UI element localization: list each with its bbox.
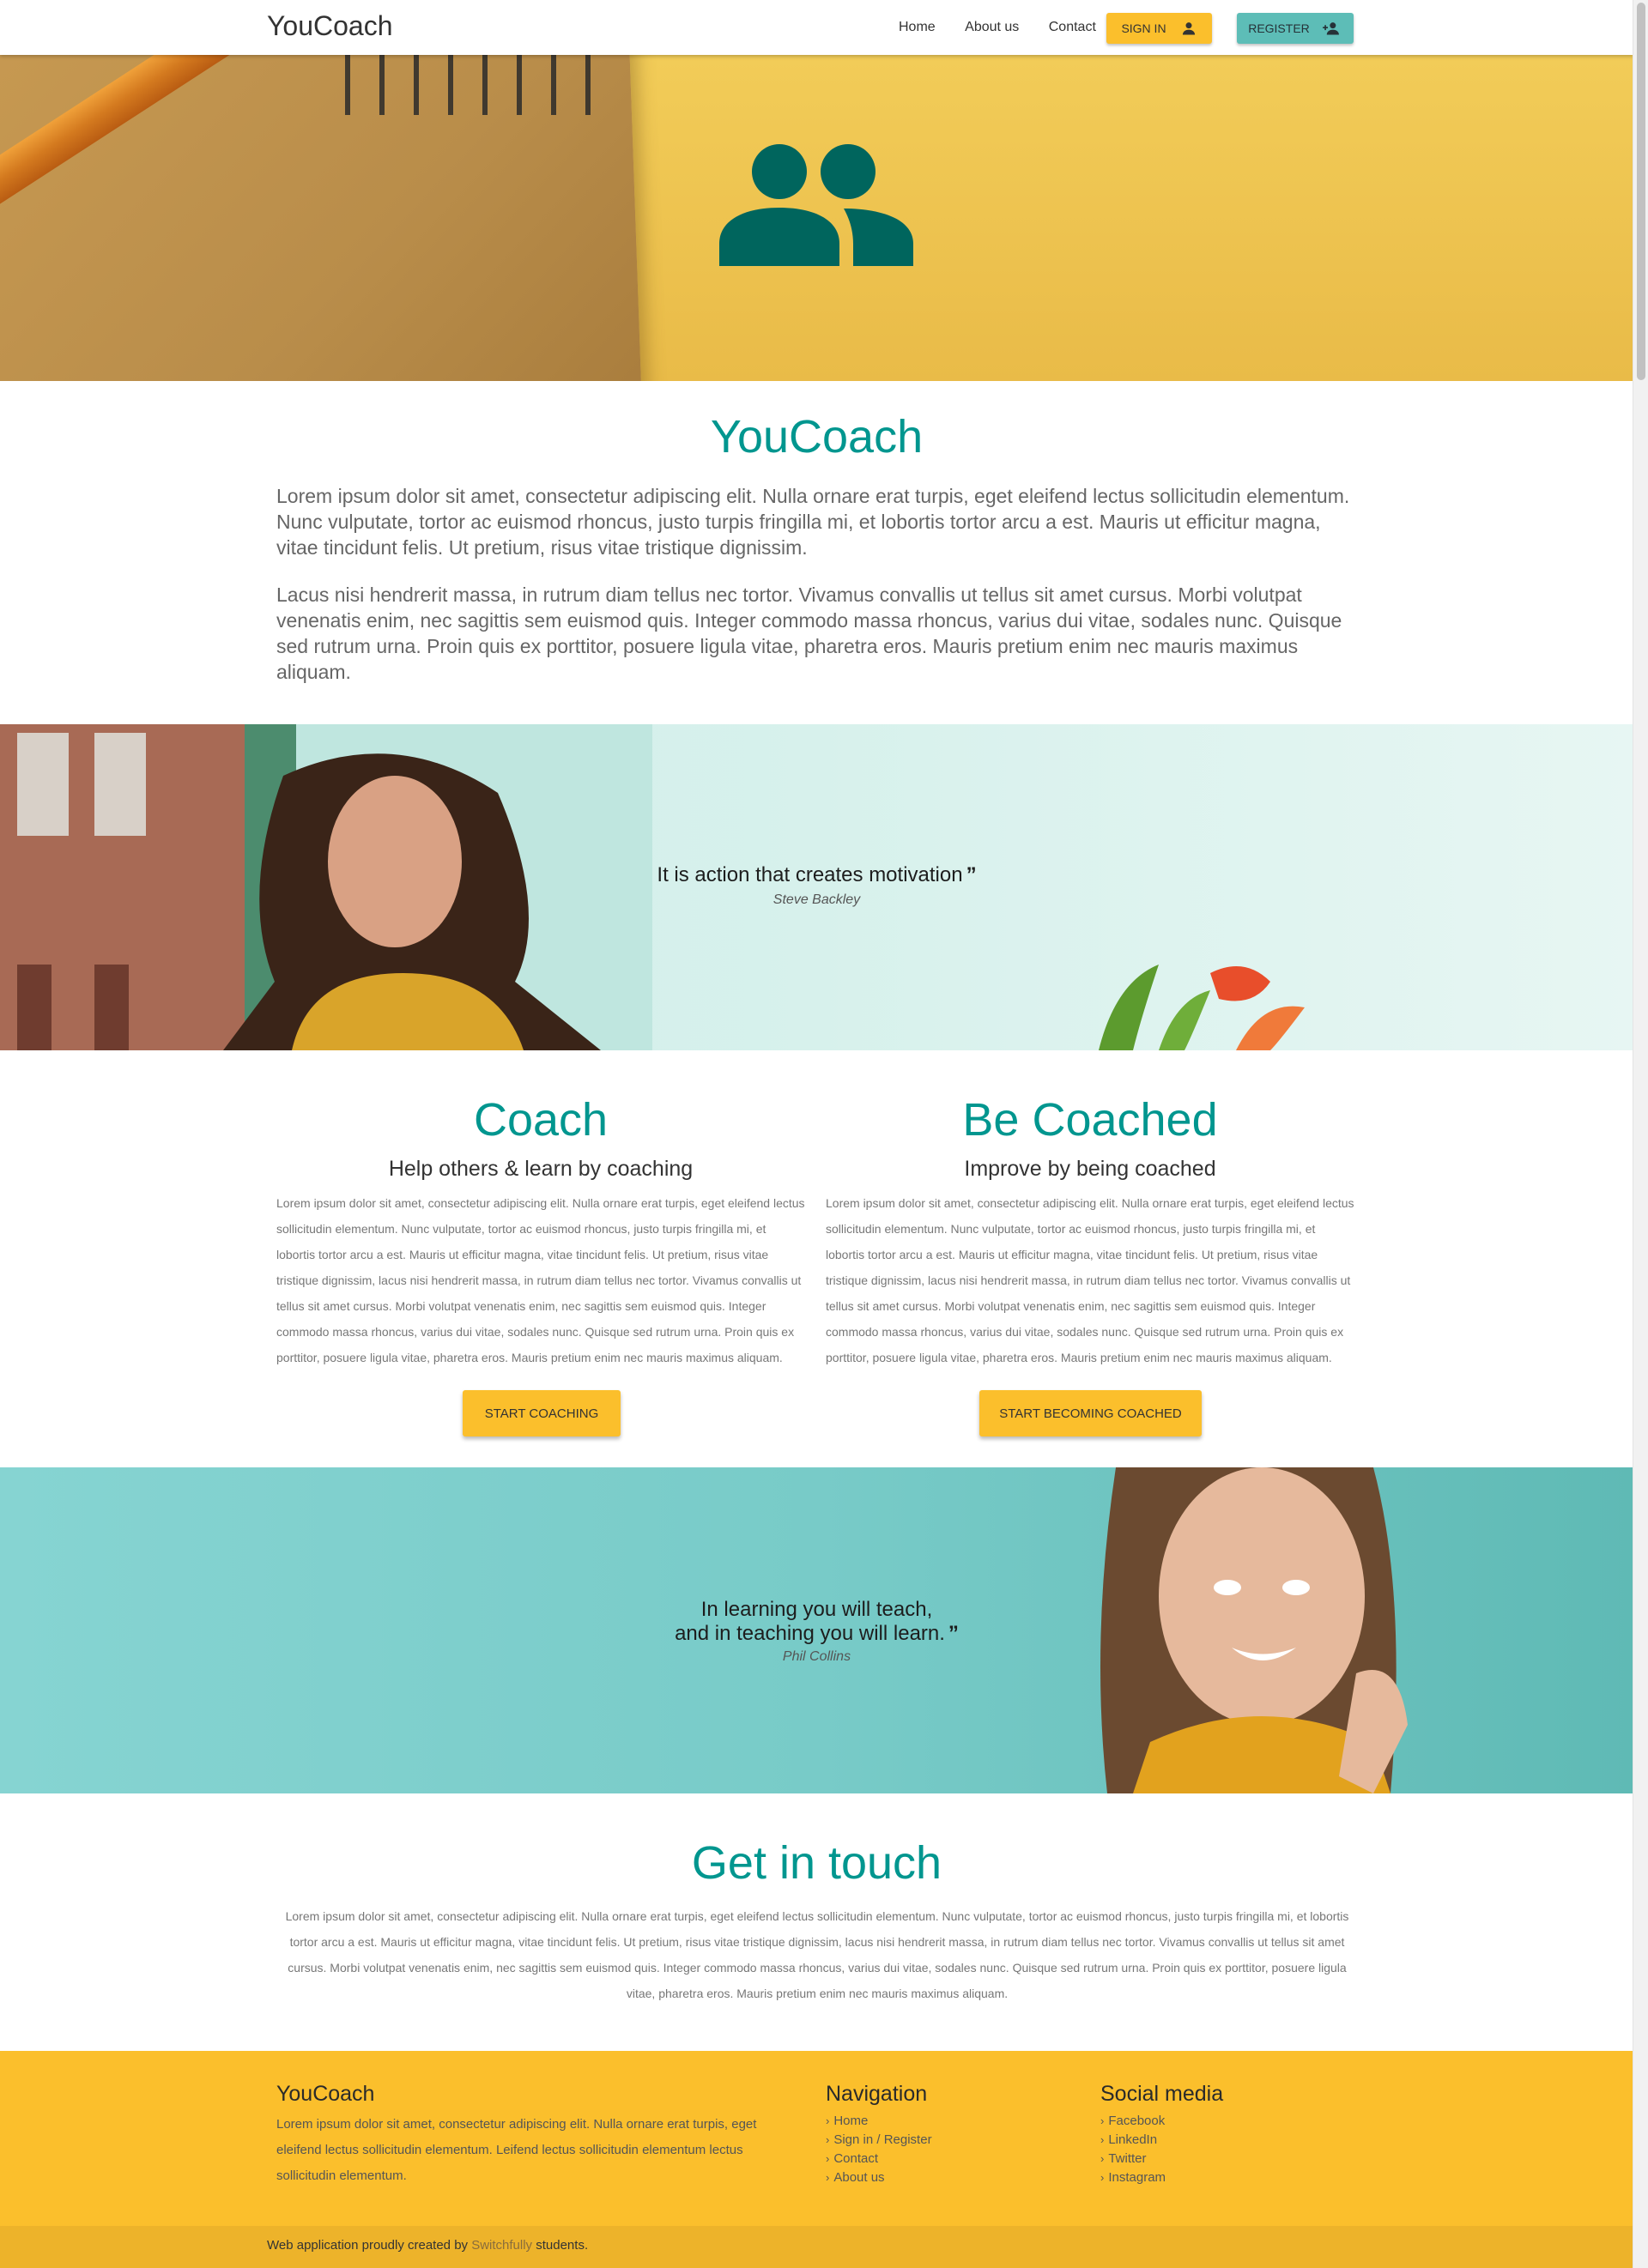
footer-social-item[interactable]: › Instagram: [1100, 2168, 1358, 2187]
quote-2-line-1: In learning you will teach,: [700, 1598, 933, 1621]
nav-link-home[interactable]: Home: [899, 20, 936, 34]
chevron-right-icon: ›: [826, 2133, 830, 2146]
footer: YouCoach Lorem ipsum dolor sit amet, con…: [0, 2051, 1633, 2226]
chevron-right-icon: ›: [1100, 2114, 1105, 2127]
about-title: YouCoach: [710, 411, 924, 463]
chevron-right-icon: ›: [1100, 2133, 1105, 2146]
get-in-touch-text: Lorem ipsum dolor sit amet, consectetur …: [285, 1909, 1349, 2000]
about-paragraph-1: Lorem ipsum dolor sit amet, consectetur …: [276, 485, 1350, 559]
footer-brand: YouCoach: [276, 2082, 375, 2106]
switchfully-link[interactable]: Switchfully: [471, 2238, 532, 2253]
footer-social-media: Social media › Facebook › LinkedIn › Twitte…: [1100, 2082, 1358, 2187]
nav-link-about[interactable]: About us: [965, 20, 1019, 34]
chevron-right-icon: ›: [1100, 2171, 1105, 2184]
quote-1-author: Steve Backley: [772, 892, 861, 907]
quote-2: In learning you will teach, and in teach…: [0, 1598, 1633, 1665]
flower-photo: [1099, 965, 1305, 1050]
footer-navigation: Navigation › Home › Sign in / Register › Co…: [826, 2082, 1083, 2187]
closing-quote-icon: ”: [948, 1622, 959, 1645]
be-coached-subtitle: Improve by being coached: [964, 1157, 1216, 1181]
chevron-right-icon: ›: [826, 2171, 830, 2184]
footer-navigation-list: › Home › Sign in / Register › Contact › Abou…: [826, 2112, 1083, 2187]
get-in-touch-title: Get in touch: [691, 1837, 942, 1889]
footer-social-item[interactable]: › Facebook: [1100, 2112, 1358, 2131]
nav-links: Home About us Contact: [899, 20, 1122, 35]
sign-in-label: SIGN IN: [1121, 21, 1166, 35]
copyright-prefix: Web application proudly created by: [267, 2238, 469, 2253]
copyright: Web application proudly created by Switc…: [267, 2238, 588, 2253]
nav-link-contact[interactable]: Contact: [1049, 20, 1096, 34]
chevron-right-icon: ›: [1100, 2152, 1105, 2165]
footer-social-item[interactable]: › Twitter: [1100, 2150, 1358, 2168]
hero-banner: [0, 55, 1633, 381]
coach-description: Lorem ipsum dolor sit amet, consectetur …: [276, 1196, 805, 1364]
closing-quote-icon: ”: [966, 863, 977, 886]
be-coached-column: Be Coached Improve by being coached Lore…: [826, 1093, 1354, 1370]
coach-subtitle: Help others & learn by coaching: [388, 1157, 694, 1181]
hero-notebook-spiral: [326, 55, 609, 115]
start-becoming-coached-button[interactable]: START BECOMING COACHED: [979, 1390, 1202, 1436]
footer-nav-item[interactable]: › Home: [826, 2112, 1083, 2131]
footer-navigation-title: Navigation: [826, 2082, 928, 2106]
footer-about-text: Lorem ipsum dolor sit amet, consectetur …: [276, 2117, 757, 2183]
footer-nav-item[interactable]: › Sign in / Register: [826, 2131, 1083, 2150]
brand-logo[interactable]: YouCoach: [267, 10, 393, 42]
footer-about: YouCoach Lorem ipsum dolor sit amet, con…: [276, 2082, 800, 2189]
footer-social-list: › Facebook › LinkedIn › Twitter › Instagram: [1100, 2112, 1358, 2187]
person-add-icon: [1322, 22, 1339, 35]
footer-social-title: Social media: [1100, 2082, 1224, 2106]
quote-2-line-2: and in teaching you will learn.: [675, 1622, 945, 1645]
chevron-right-icon: ›: [826, 2114, 830, 2127]
scrollbar-thumb[interactable]: [1637, 3, 1645, 380]
chevron-right-icon: ›: [826, 2152, 830, 2165]
copyright-suffix: students.: [536, 2238, 589, 2253]
footer-social-item[interactable]: › LinkedIn: [1100, 2131, 1358, 2150]
footer-nav-item[interactable]: › Contact: [826, 2150, 1083, 2168]
quote-banner-2: In learning you will teach, and in teach…: [0, 1467, 1633, 1793]
quote-banner-1: It is action that creates motivation” St…: [0, 724, 1633, 1050]
be-coached-description: Lorem ipsum dolor sit amet, consectetur …: [826, 1196, 1354, 1364]
scrollbar[interactable]: [1633, 0, 1648, 2268]
person-icon: [1182, 22, 1195, 35]
footer-bottom-bar: Web application proudly created by Switc…: [0, 2226, 1633, 2268]
about-paragraph-2: Lacus nisi hendrerit massa, in rutrum di…: [276, 584, 1342, 683]
footer-nav-item[interactable]: › About us: [826, 2168, 1083, 2187]
coach-title: Coach: [473, 1094, 609, 1146]
start-coaching-button[interactable]: START COACHING: [463, 1390, 621, 1436]
people-icon: [719, 144, 913, 266]
register-label: REGISTER: [1248, 21, 1310, 35]
quote-1: It is action that creates motivation” St…: [0, 863, 1633, 908]
coach-column: Coach Help others & learn by coaching Lo…: [276, 1093, 805, 1370]
quote-1-text: It is action that creates motivation: [657, 863, 963, 886]
be-coached-title: Be Coached: [962, 1094, 1218, 1146]
navbar: YouCoach Home About us Contact SIGN IN R…: [0, 0, 1633, 55]
register-button[interactable]: REGISTER: [1237, 13, 1354, 44]
sign-in-button[interactable]: SIGN IN: [1106, 13, 1212, 44]
quote-2-author: Phil Collins: [782, 1649, 851, 1664]
